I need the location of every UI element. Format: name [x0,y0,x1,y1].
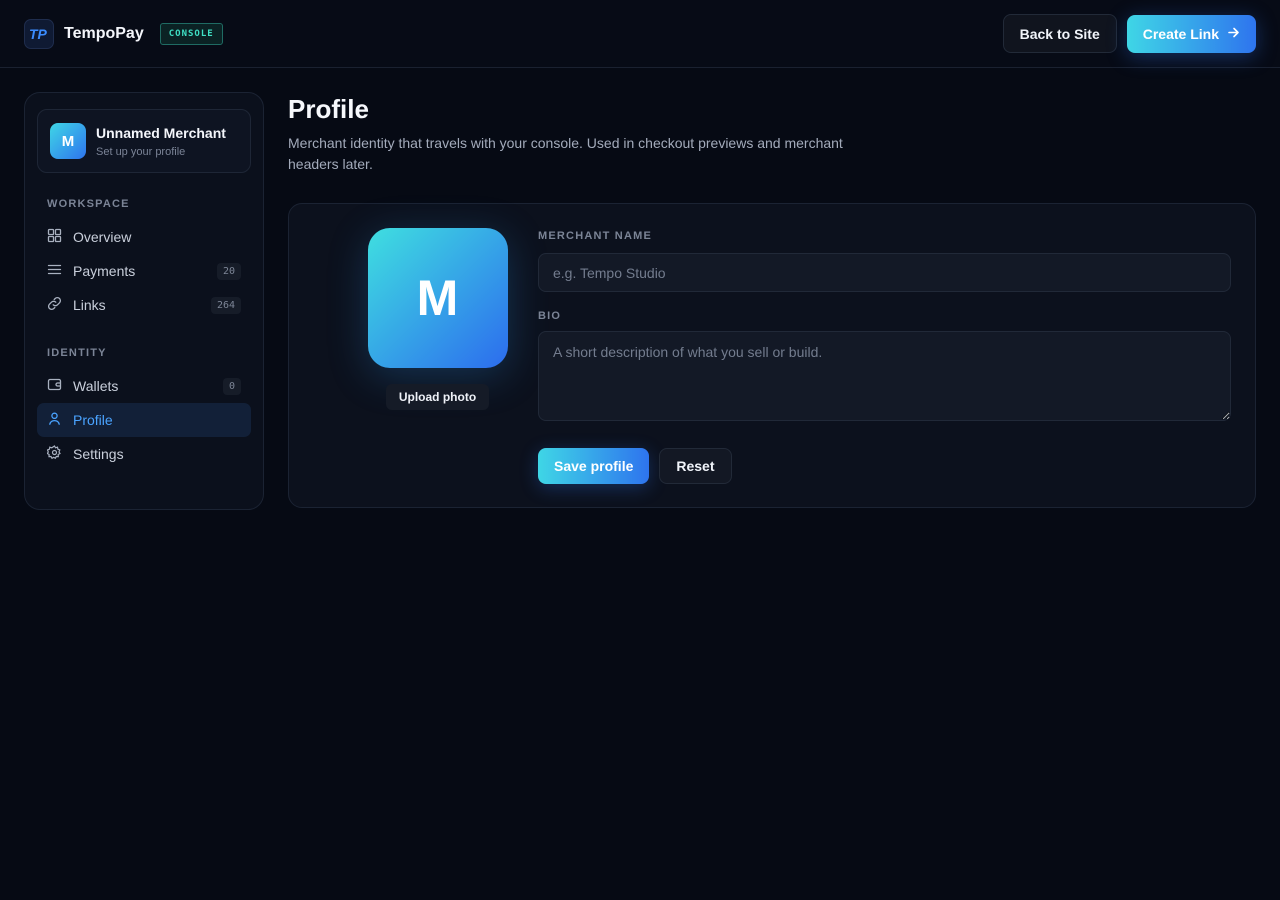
sidebar-item-label: Links [73,297,106,313]
brand[interactable]: TP TempoPay CONSOLE [24,18,223,49]
sidebar-item-label: Overview [73,229,132,245]
sidebar-item-label: Payments [73,263,136,279]
count-badge: 264 [210,296,241,314]
top-actions: Back to Site Create Link [1002,14,1256,53]
create-link-label: Create Link [1142,25,1219,42]
list-icon [47,262,62,280]
section-label-workspace: WORKSPACE [47,198,130,210]
bio-textarea[interactable] [538,331,1231,421]
top-bar: TP TempoPay CONSOLE Back to Site Create … [0,0,1280,68]
merchant-avatar: M [50,123,86,159]
back-to-site-button[interactable]: Back to Site [1002,14,1117,53]
svg-text:TP: TP [29,26,48,42]
photo-column: M Upload photo [313,228,538,483]
count-badge: 0 [222,377,241,395]
merchant-name-input[interactable] [538,253,1231,292]
reset-button[interactable]: Reset [659,448,732,484]
sidebar-item-label: Profile [73,412,113,428]
arrow-right-icon [1227,26,1240,42]
create-link-button[interactable]: Create Link [1126,14,1256,53]
upload-photo-button[interactable]: Upload photo [385,384,490,410]
count-badge: 20 [216,262,241,280]
profile-form: MERCHANT NAME BIO Save profile Reset [538,228,1231,484]
merchant-subtitle: Set up your profile [96,145,186,158]
brand-name: TempoPay [64,24,144,42]
sidebar-item-settings[interactable]: Settings [37,437,251,471]
user-icon [47,411,62,429]
gear-icon [46,445,62,463]
form-actions: Save profile Reset [538,448,1231,484]
sidebar-item-profile[interactable]: Profile [37,403,251,437]
page-title: Profile [288,94,369,124]
sidebar-item-label: Wallets [73,378,119,394]
sidebar-item-label: Settings [73,446,124,462]
merchant-card[interactable]: M Unnamed Merchant Set up your profile [37,109,251,173]
sidebar-item-wallets[interactable]: Wallets 0 [37,369,251,403]
console-badge: CONSOLE [159,22,223,45]
bio-label: BIO [538,310,562,322]
page-description: Merchant identity that travels with your… [288,135,843,172]
sidebar: M Unnamed Merchant Set up your profile W… [24,92,264,510]
wallet-icon [47,377,62,395]
merchant-name: Unnamed Merchant [96,124,226,141]
profile-avatar: M [367,228,508,368]
tempopay-logo-icon: TP [24,18,54,49]
grid-icon [47,228,62,246]
sidebar-item-links[interactable]: Links 264 [37,288,251,322]
merchant-text: Unnamed Merchant Set up your profile [96,125,226,158]
profile-card: M Upload photo MERCHANT NAME BIO Save pr… [288,203,1256,508]
main-content: Profile Merchant identity that travels w… [288,92,1256,510]
section-label-identity: IDENTITY [47,347,107,359]
sidebar-item-payments[interactable]: Payments 20 [37,254,251,288]
page-layout: M Unnamed Merchant Set up your profile W… [0,68,1280,510]
save-profile-button[interactable]: Save profile [538,448,650,484]
merchant-name-label: MERCHANT NAME [538,230,652,242]
sidebar-item-overview[interactable]: Overview [37,220,251,254]
link-icon [47,296,62,314]
